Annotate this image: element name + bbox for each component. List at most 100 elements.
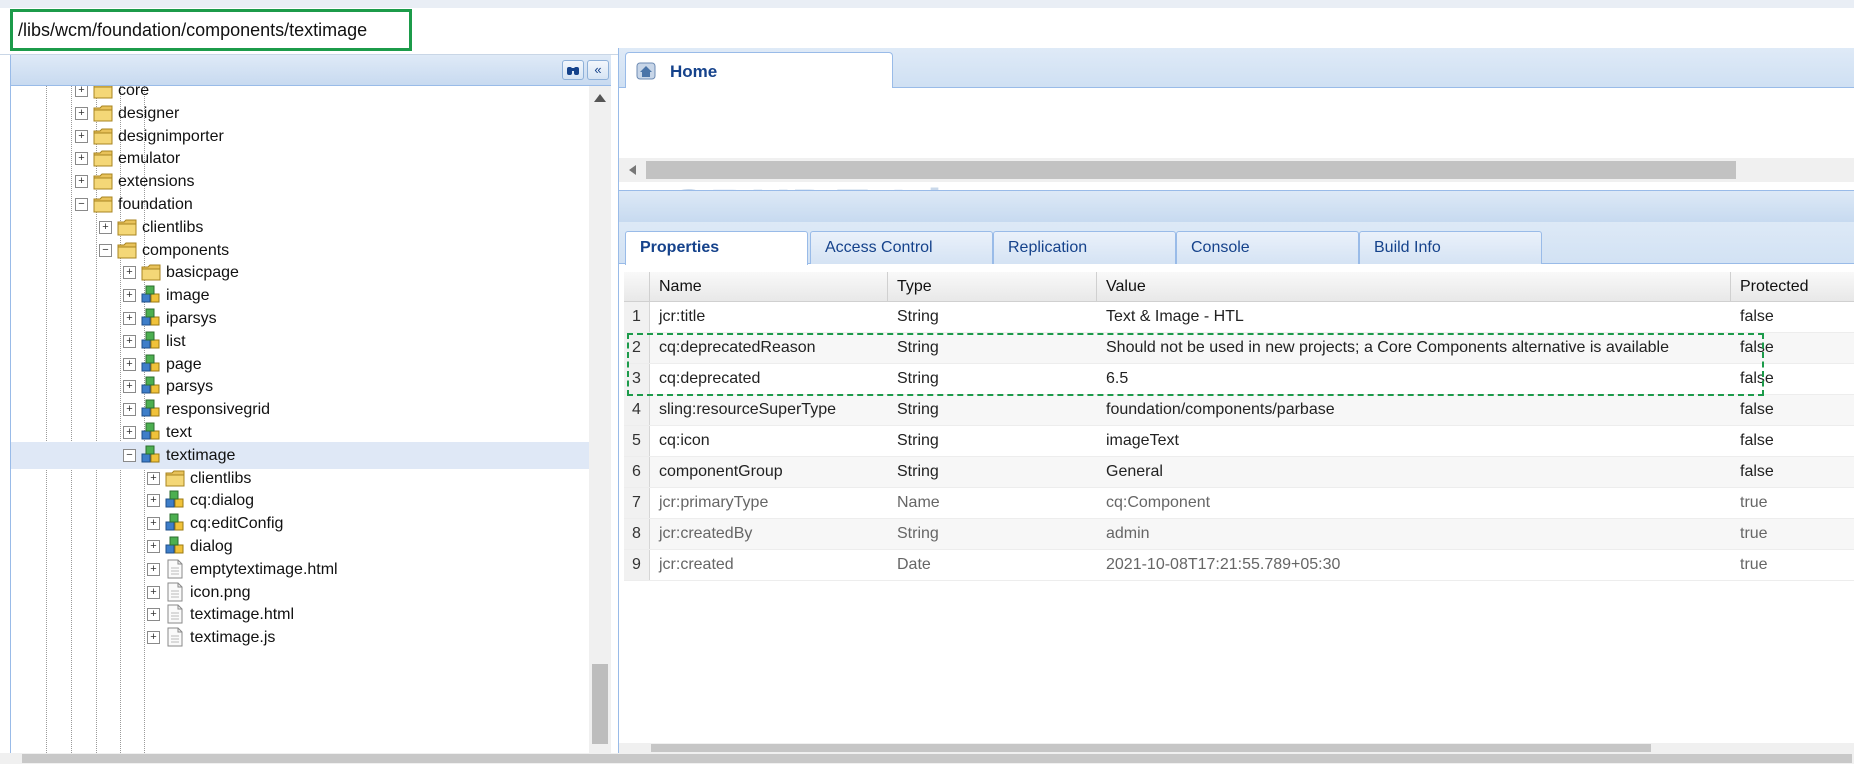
expand-toggle-icon[interactable]: +: [147, 494, 160, 508]
logo-horizontal-scrollbar[interactable]: [619, 158, 1854, 182]
row-number: 2: [624, 333, 650, 363]
tab-properties[interactable]: Properties: [625, 231, 808, 265]
cell-value[interactable]: 2021-10-08T17:21:55.789+05:30: [1097, 550, 1731, 580]
cell-protected[interactable]: true: [1731, 550, 1854, 580]
scrollbar-thumb[interactable]: [22, 754, 1852, 763]
collapse-toggle-icon[interactable]: −: [75, 198, 88, 211]
expand-toggle-icon[interactable]: +: [99, 220, 112, 234]
cell-value[interactable]: 6.5: [1097, 364, 1731, 394]
cell-type[interactable]: String: [888, 519, 1097, 549]
expand-toggle-icon[interactable]: +: [147, 585, 160, 599]
cell-name[interactable]: jcr:createdBy: [650, 519, 888, 549]
cell-type[interactable]: String: [888, 395, 1097, 425]
cell-protected[interactable]: false: [1731, 426, 1854, 456]
column-header-protected[interactable]: Protected: [1731, 272, 1854, 302]
cell-value[interactable]: cq:Component: [1097, 488, 1731, 518]
row-number: 8: [624, 519, 650, 549]
table-row[interactable]: 9 jcr:created Date 2021-10-08T17:21:55.789+…: [624, 550, 1854, 581]
cell-name[interactable]: cq:icon: [650, 426, 888, 456]
tab-replication[interactable]: Replication: [993, 231, 1176, 264]
table-row[interactable]: 2 cq:deprecatedReason String Should not be …: [624, 333, 1854, 364]
cell-protected[interactable]: false: [1731, 457, 1854, 487]
component-icon: [164, 536, 186, 556]
expand-toggle-icon[interactable]: +: [147, 631, 160, 645]
tree-vertical-scrollbar[interactable]: [589, 86, 611, 755]
folder-icon: [164, 468, 186, 488]
find-button[interactable]: [562, 60, 584, 80]
cell-name[interactable]: cq:deprecated: [650, 364, 888, 394]
expand-toggle-icon[interactable]: +: [147, 608, 160, 622]
expand-toggle-icon[interactable]: +: [147, 471, 160, 485]
expand-toggle-icon[interactable]: +: [123, 357, 136, 371]
table-row[interactable]: 8 jcr:createdBy String admin true: [624, 519, 1854, 550]
scroll-left-arrow-icon[interactable]: [629, 165, 636, 175]
expand-toggle-icon[interactable]: +: [75, 175, 88, 189]
cell-type[interactable]: String: [888, 333, 1097, 363]
expand-toggle-icon[interactable]: +: [147, 540, 160, 553]
cell-type[interactable]: String: [888, 426, 1097, 456]
table-row[interactable]: 6 componentGroup String General false: [624, 457, 1854, 488]
scroll-up-arrow-icon[interactable]: [594, 94, 606, 102]
table-row[interactable]: 4 sling:resourceSuperType String foundation…: [624, 395, 1854, 426]
expand-toggle-icon[interactable]: +: [123, 334, 136, 348]
table-row[interactable]: 3 cq:deprecated String 6.5 false: [624, 364, 1854, 395]
cell-protected[interactable]: true: [1731, 519, 1854, 549]
cell-value[interactable]: General: [1097, 457, 1731, 487]
expand-toggle-icon[interactable]: +: [123, 426, 136, 439]
tree-node[interactable]: + textimage.js: [11, 624, 589, 651]
tab-build-info[interactable]: Build Info: [1359, 231, 1542, 264]
cell-name[interactable]: componentGroup: [650, 457, 888, 487]
grid-horizontal-scrollbar[interactable]: [619, 743, 1854, 753]
tab-access-control[interactable]: Access Control: [810, 231, 993, 264]
cell-value[interactable]: Should not be used in new projects; a Co…: [1097, 333, 1731, 363]
cell-protected[interactable]: false: [1731, 395, 1854, 425]
expand-toggle-icon[interactable]: +: [75, 152, 88, 166]
cell-value[interactable]: imageText: [1097, 426, 1731, 456]
path-input[interactable]: /libs/wcm/foundation/components/textimag…: [10, 9, 412, 51]
cell-value[interactable]: Text & Image - HTL: [1097, 302, 1731, 332]
expand-toggle-icon[interactable]: +: [123, 266, 136, 280]
expand-toggle-icon[interactable]: +: [123, 312, 136, 325]
tab-console[interactable]: Console: [1176, 231, 1359, 264]
tab-home[interactable]: Home: [625, 52, 893, 89]
scrollbar-thumb[interactable]: [592, 664, 608, 744]
cell-protected[interactable]: true: [1731, 488, 1854, 518]
cell-type[interactable]: String: [888, 302, 1097, 332]
expand-toggle-icon[interactable]: +: [123, 380, 136, 394]
table-row[interactable]: 1 jcr:title String Text & Image - HTL false: [624, 302, 1854, 333]
column-header-type[interactable]: Type: [888, 272, 1097, 302]
cell-protected[interactable]: false: [1731, 364, 1854, 394]
cell-name[interactable]: jcr:title: [650, 302, 888, 332]
component-icon: [140, 354, 162, 374]
table-row[interactable]: 7 jcr:primaryType Name cq:Component true: [624, 488, 1854, 519]
expand-toggle-icon[interactable]: +: [147, 517, 160, 531]
table-row[interactable]: 5 cq:icon String imageText false: [624, 426, 1854, 457]
expand-toggle-icon[interactable]: +: [75, 129, 88, 143]
cell-protected[interactable]: false: [1731, 333, 1854, 363]
expand-toggle-icon[interactable]: +: [75, 86, 88, 97]
expand-toggle-icon[interactable]: +: [123, 403, 136, 417]
column-header-value[interactable]: Value: [1097, 272, 1731, 302]
expand-toggle-icon[interactable]: +: [123, 289, 136, 303]
cell-name[interactable]: jcr:primaryType: [650, 488, 888, 518]
cell-type[interactable]: String: [888, 457, 1097, 487]
expand-toggle-icon[interactable]: +: [147, 562, 160, 576]
cell-type[interactable]: String: [888, 364, 1097, 394]
collapse-panel-button[interactable]: «: [587, 60, 609, 80]
cell-type[interactable]: Name: [888, 488, 1097, 518]
cell-value[interactable]: admin: [1097, 519, 1731, 549]
window-horizontal-scrollbar[interactable]: [0, 753, 1854, 764]
scrollbar-thumb[interactable]: [651, 744, 1651, 752]
scrollbar-thumb[interactable]: [646, 161, 1736, 179]
cell-name[interactable]: sling:resourceSuperType: [650, 395, 888, 425]
cell-name[interactable]: jcr:created: [650, 550, 888, 580]
editor-panel: Home CRXDE Lite Properties Access Contro…: [618, 48, 1854, 753]
collapse-toggle-icon[interactable]: −: [99, 243, 112, 257]
column-header-name[interactable]: Name: [650, 272, 888, 302]
cell-value[interactable]: foundation/components/parbase: [1097, 395, 1731, 425]
cell-protected[interactable]: false: [1731, 302, 1854, 332]
cell-type[interactable]: Date: [888, 550, 1097, 580]
collapse-toggle-icon[interactable]: −: [123, 448, 136, 462]
cell-name[interactable]: cq:deprecatedReason: [650, 333, 888, 363]
expand-toggle-icon[interactable]: +: [75, 106, 88, 120]
